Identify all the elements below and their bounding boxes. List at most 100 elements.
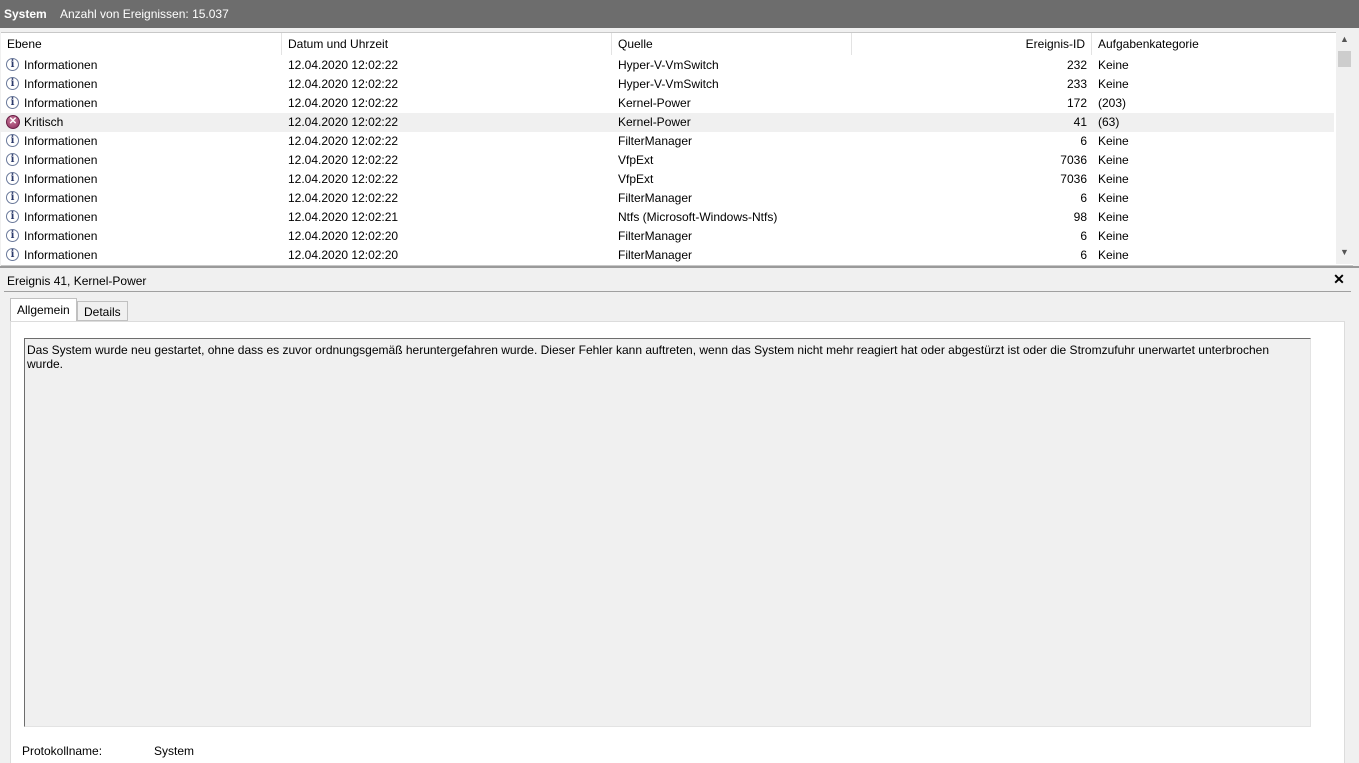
event-id-cell: 7036 (1060, 172, 1087, 186)
source-cell: Hyper-V-VmSwitch (618, 77, 719, 91)
event-description[interactable]: Das System wurde neu gestartet, ohne das… (24, 338, 1311, 727)
column-header: Ebene Datum und Uhrzeit Quelle Ereignis-… (1, 33, 1334, 55)
level-cell: Informationen (24, 229, 98, 243)
info-icon: i (6, 153, 19, 166)
source-cell: VfpExt (618, 172, 654, 186)
column-task-category[interactable]: Aufgabenkategorie (1092, 33, 1334, 55)
task-category-cell: (203) (1098, 96, 1127, 110)
level-cell: Informationen (24, 153, 98, 167)
level-cell: Informationen (24, 134, 98, 148)
info-icon: i (6, 248, 19, 261)
chevron-up-icon[interactable]: ▲ (1336, 34, 1353, 50)
task-category-cell: Keine (1098, 248, 1129, 262)
table-row[interactable]: i Informationen 12.04.2020 12:02:21 Ntfs (M… (1, 208, 1334, 227)
datetime-cell: 12.04.2020 12:02:22 (288, 96, 399, 110)
source-cell: Ntfs (Microsoft-Windows-Ntfs) (618, 210, 778, 224)
info-icon: i (6, 96, 19, 109)
event-id-cell: 233 (1066, 77, 1087, 91)
pane-divider[interactable] (0, 266, 1359, 268)
tab-general[interactable]: Allgemein (10, 298, 77, 322)
table-row[interactable]: i Informationen 12.04.2020 12:02:22 FilterM… (1, 132, 1334, 151)
event-id-cell: 6 (1080, 191, 1087, 205)
column-source[interactable]: Quelle (612, 33, 852, 55)
info-icon: i (6, 191, 19, 204)
task-category-cell: Keine (1098, 134, 1129, 148)
level-cell: Informationen (24, 172, 98, 186)
datetime-cell: 12.04.2020 12:02:21 (288, 210, 399, 224)
info-icon: i (6, 229, 19, 242)
tab-details[interactable]: Details (77, 301, 128, 321)
event-id-cell: 6 (1080, 134, 1087, 148)
column-datetime[interactable]: Datum und Uhrzeit (282, 33, 612, 55)
table-row[interactable]: i Informationen 12.04.2020 12:02:22 VfpExt 7… (1, 170, 1334, 189)
source-cell: FilterManager (618, 248, 693, 262)
task-category-cell: Keine (1098, 210, 1129, 224)
source-cell: Kernel-Power (618, 96, 691, 110)
detail-header-line (4, 291, 1351, 292)
datetime-cell: 12.04.2020 12:02:20 (288, 229, 399, 243)
table-row[interactable]: i Informationen 12.04.2020 12:02:20 FilterM… (1, 227, 1334, 246)
level-cell: Informationen (24, 77, 98, 91)
task-category-cell: Keine (1098, 58, 1129, 72)
critical-icon: ✕ (6, 115, 20, 129)
event-id-cell: 172 (1066, 96, 1087, 110)
level-cell: Kritisch (24, 115, 64, 129)
info-icon: i (6, 134, 19, 147)
datetime-cell: 12.04.2020 12:02:22 (288, 115, 399, 129)
source-cell: FilterManager (618, 134, 693, 148)
table-row[interactable]: i Informationen 12.04.2020 12:02:22 Hyper-V… (1, 56, 1334, 75)
event-id-cell: 41 (1073, 115, 1087, 129)
log-name-value: System (154, 744, 195, 758)
table-row[interactable]: i Informationen 12.04.2020 12:02:22 Kernel-… (1, 94, 1334, 113)
info-icon: i (6, 210, 19, 223)
log-name: System (4, 7, 47, 21)
event-count: Anzahl von Ereignissen: 15.037 (60, 7, 229, 21)
scrollbar-thumb[interactable] (1338, 51, 1351, 67)
datetime-cell: 12.04.2020 12:02:22 (288, 58, 399, 72)
datetime-cell: 12.04.2020 12:02:22 (288, 172, 399, 186)
table-row[interactable]: i Informationen 12.04.2020 12:02:22 VfpExt 7… (1, 151, 1334, 170)
datetime-cell: 12.04.2020 12:02:22 (288, 77, 399, 91)
level-cell: Informationen (24, 248, 98, 262)
close-icon[interactable]: ✕ (1331, 271, 1347, 289)
task-category-cell: Keine (1098, 229, 1129, 243)
source-cell: FilterManager (618, 229, 693, 243)
datetime-cell: 12.04.2020 12:02:22 (288, 134, 399, 148)
datetime-cell: 12.04.2020 12:02:22 (288, 191, 399, 205)
event-list[interactable]: Ebene Datum und Uhrzeit Quelle Ereignis-… (1, 32, 1353, 266)
task-category-cell: Keine (1098, 153, 1129, 167)
event-id-cell: 6 (1080, 248, 1087, 262)
source-cell: FilterManager (618, 191, 693, 205)
source-cell: Hyper-V-VmSwitch (618, 58, 719, 72)
list-scrollbar[interactable]: ▲ ▼ (1336, 32, 1353, 264)
datetime-cell: 12.04.2020 12:02:20 (288, 248, 399, 262)
task-category-cell: Keine (1098, 191, 1129, 205)
table-row[interactable]: ✕ Kritisch 12.04.2020 12:02:22 Kernel-Power… (1, 113, 1334, 132)
source-cell: Kernel-Power (618, 115, 691, 129)
table-row[interactable]: i Informationen 12.04.2020 12:02:22 Hyper-V… (1, 75, 1334, 94)
source-cell: VfpExt (618, 153, 654, 167)
task-category-cell: Keine (1098, 77, 1129, 91)
level-cell: Informationen (24, 96, 98, 110)
event-id-cell: 98 (1073, 210, 1087, 224)
chevron-down-icon[interactable]: ▼ (1336, 247, 1353, 263)
column-level[interactable]: Ebene (1, 33, 282, 55)
log-name-label: Protokollname: (22, 744, 103, 758)
level-cell: Informationen (24, 210, 98, 224)
level-cell: Informationen (24, 58, 98, 72)
info-icon: i (6, 58, 19, 71)
task-category-cell: (63) (1098, 115, 1120, 129)
column-event-id[interactable]: Ereignis-ID (852, 33, 1092, 55)
info-icon: i (6, 77, 19, 90)
event-id-cell: 6 (1080, 229, 1087, 243)
datetime-cell: 12.04.2020 12:02:22 (288, 153, 399, 167)
log-header-bar: System Anzahl von Ereignissen: 15.037 (0, 0, 1359, 28)
event-detail-title: Ereignis 41, Kernel-Power (7, 274, 147, 288)
event-id-cell: 232 (1066, 58, 1087, 72)
table-row[interactable]: i Informationen 12.04.2020 12:02:20 FilterM… (1, 246, 1334, 265)
info-icon: i (6, 172, 19, 185)
table-row[interactable]: i Informationen 12.04.2020 12:02:22 FilterM… (1, 189, 1334, 208)
task-category-cell: Keine (1098, 172, 1129, 186)
event-id-cell: 7036 (1060, 153, 1087, 167)
level-cell: Informationen (24, 191, 98, 205)
